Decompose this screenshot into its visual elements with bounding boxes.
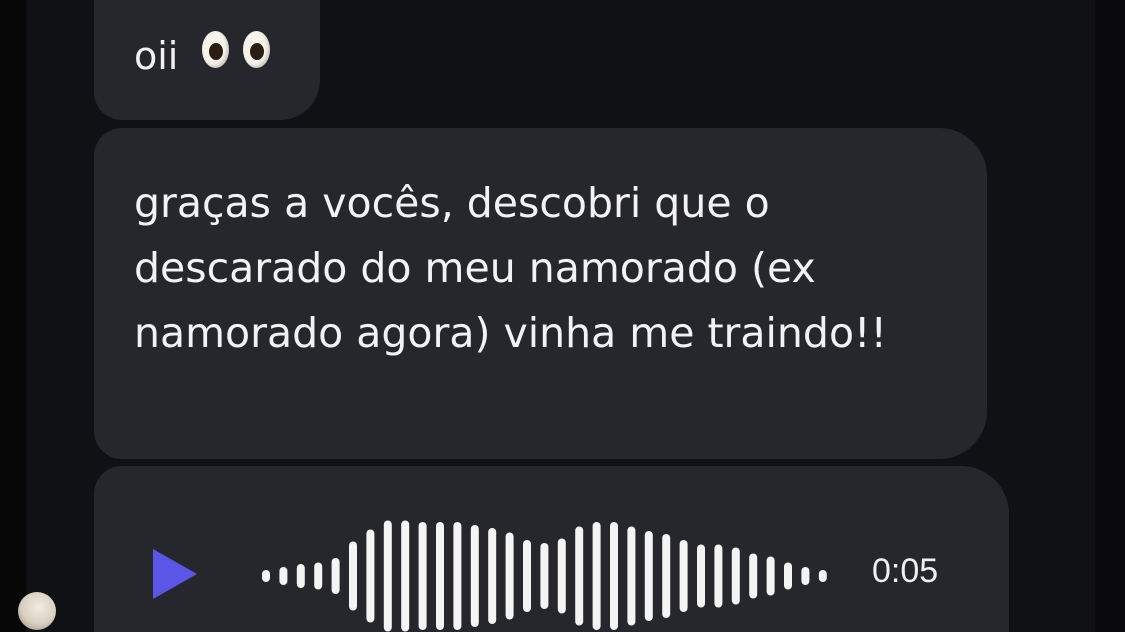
- waveform-bar: [662, 534, 671, 618]
- waveform-bar: [505, 532, 514, 620]
- waveform-bar: [697, 544, 705, 608]
- waveform-bar: [331, 558, 340, 594]
- waveform-bar: [714, 544, 723, 608]
- eyes-icon: [202, 30, 270, 79]
- waveform-bar: [366, 529, 375, 623]
- play-icon[interactable]: [153, 549, 197, 599]
- waveform-bar: [314, 562, 323, 590]
- waveform-bar: [279, 567, 288, 585]
- waveform-bar: [610, 522, 618, 630]
- voice-duration: 0:05: [872, 552, 939, 590]
- waveform-bar: [401, 520, 410, 632]
- waveform-bar: [418, 522, 427, 630]
- avatar[interactable]: [18, 592, 56, 630]
- waveform-bar: [784, 562, 792, 590]
- waveform-bar: [731, 547, 740, 605]
- waveform-bar: [470, 525, 479, 627]
- waveform-bar: [262, 570, 270, 582]
- waveform-bar: [766, 556, 775, 596]
- waveform-bar: [627, 526, 636, 626]
- message-bubble-text: graças a vocês, descobri que o descarado…: [94, 128, 987, 459]
- message-text: graças a vocês, descobri que o descarado…: [134, 179, 887, 357]
- waveform-bar: [679, 540, 688, 612]
- message-text: oii: [134, 34, 179, 78]
- waveform-bar: [818, 570, 827, 582]
- waveform-bar: [488, 528, 497, 624]
- waveform-bar: [436, 522, 444, 630]
- eye-left-icon: [202, 30, 230, 68]
- waveform-bar: [557, 538, 566, 614]
- waveform-bar: [296, 564, 305, 588]
- waveform-bar: [453, 522, 462, 630]
- eye-right-icon: [242, 30, 270, 68]
- waveform-bar: [523, 540, 531, 612]
- waveform-bar: [801, 567, 810, 585]
- waveform-bar: [540, 543, 549, 609]
- waveform-bar: [349, 541, 357, 611]
- waveform-bar: [749, 553, 758, 599]
- audio-waveform[interactable]: [254, 496, 834, 632]
- voice-message-bubble[interactable]: 0:05: [94, 466, 1009, 632]
- right-edge: [1095, 0, 1125, 632]
- left-edge: [0, 0, 26, 632]
- waveform-bar: [644, 531, 653, 621]
- waveform-bar: [575, 526, 584, 626]
- message-bubble-greeting: oii: [94, 0, 320, 120]
- chat-screen: oii graças a vocês, descobri que o desca…: [0, 0, 1125, 632]
- waveform-bar: [592, 522, 601, 630]
- waveform-bar: [383, 520, 392, 632]
